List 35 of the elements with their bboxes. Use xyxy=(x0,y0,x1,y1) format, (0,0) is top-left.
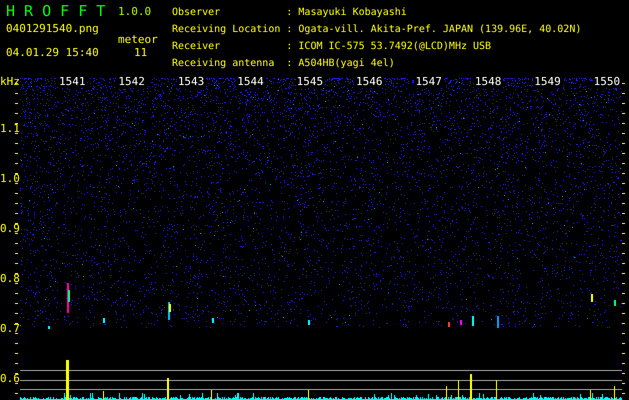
separator-colon: : xyxy=(285,40,294,54)
axis-label: 0.6 xyxy=(0,373,20,385)
axis-label: 1548 xyxy=(474,75,504,88)
meteor-label: meteor xyxy=(118,33,159,46)
axis-label: 0.9 xyxy=(0,223,20,235)
info-label: Receiving antenna xyxy=(172,57,276,71)
info-value: Ogata-vill. Akita-Pref. JAPAN (139.96E, 40.02N) xyxy=(298,23,582,37)
axis-unit: kHz xyxy=(0,74,20,90)
image-filename: 0401291540.png xyxy=(6,21,100,35)
info-value: ICOM IC-575 53.7492(@LCD)MHz USB xyxy=(298,40,492,54)
axis-label: 1546 xyxy=(355,75,384,88)
axis-label: 1545 xyxy=(296,75,326,88)
app-title: H R O F F T xyxy=(6,4,106,18)
info-label: Observer xyxy=(172,6,222,20)
info-label: Receiver xyxy=(172,40,222,54)
axis-label: 1.0 xyxy=(0,173,20,185)
meteor-count: 11 xyxy=(133,46,148,60)
info-label: Receiving Location xyxy=(172,23,280,37)
separator-colon: : xyxy=(285,6,294,20)
info-value: A504HB(yagi 4el) xyxy=(298,57,396,71)
axis-label: 1549 xyxy=(533,75,563,88)
axis-label: 1550 xyxy=(592,75,622,88)
separator-colon: : xyxy=(285,23,294,37)
axis-label: 0.8 xyxy=(0,273,20,285)
version-number: 1.0.0 xyxy=(118,4,152,18)
info-value: Masayuki Kobayashi xyxy=(298,6,408,20)
timestamp: 04.01.29 15:40 xyxy=(6,46,100,60)
axis-label: 1547 xyxy=(414,75,444,88)
axis-label: 1544 xyxy=(236,75,266,88)
axis-label: 1542 xyxy=(117,75,147,88)
axis-label: 1.1 xyxy=(0,123,20,135)
axis-label: 0.7 xyxy=(0,323,20,335)
axis-label: 1543 xyxy=(176,75,206,88)
separator-colon: : xyxy=(285,57,294,71)
axis-label: 1541 xyxy=(58,75,88,88)
